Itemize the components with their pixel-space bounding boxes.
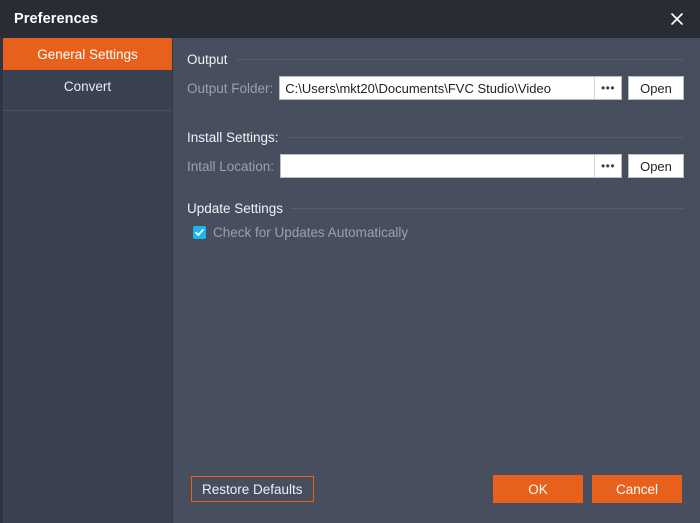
check-updates-label: Check for Updates Automatically <box>213 225 409 240</box>
output-folder-open-button[interactable]: Open <box>628 76 684 100</box>
dialog-footer: Restore Defaults OK Cancel <box>187 475 684 523</box>
page-title: Preferences <box>14 11 99 27</box>
install-location-browse-button[interactable]: ••• <box>594 155 621 177</box>
restore-defaults-button[interactable]: Restore Defaults <box>191 476 314 502</box>
output-folder-input-wrapper[interactable]: C:\Users\mkt20\Documents\FVC Studio\Vide… <box>279 76 622 100</box>
sidebar-item-general-settings[interactable]: General Settings <box>3 38 172 70</box>
section-header-output: Output <box>187 52 684 67</box>
section-rule <box>235 59 684 60</box>
section-header-update-settings: Update Settings <box>187 201 684 216</box>
sidebar-item-convert[interactable]: Convert <box>3 70 172 102</box>
check-updates-checkbox[interactable] <box>193 226 206 239</box>
spacer-after-install <box>187 182 684 201</box>
section-title: Install Settings: <box>187 130 279 145</box>
close-icon <box>670 12 684 26</box>
sidebar-item-label: General Settings <box>37 46 138 62</box>
sidebar-divider <box>3 110 172 111</box>
settings-content: Output Output Folder: C:\Users\mkt20\Doc… <box>173 38 700 523</box>
preferences-dialog: Preferences General Settings Convert Out… <box>0 0 700 523</box>
dialog-body: General Settings Convert Output Output F… <box>0 38 700 523</box>
cancel-button[interactable]: Cancel <box>592 475 682 503</box>
title-bar: Preferences <box>0 0 700 38</box>
section-rule <box>286 137 684 138</box>
install-location-label: Intall Location: <box>187 158 275 174</box>
check-updates-row[interactable]: Check for Updates Automatically <box>187 225 684 240</box>
checkmark-icon <box>194 227 205 238</box>
section-header-install-settings: Install Settings: <box>187 130 684 145</box>
section-rule <box>291 208 684 209</box>
sidebar: General Settings Convert <box>0 38 173 523</box>
section-title: Update Settings <box>187 201 284 216</box>
output-folder-input[interactable]: C:\Users\mkt20\Documents\FVC Studio\Vide… <box>280 77 594 99</box>
install-location-row: Intall Location: ••• Open <box>187 154 684 178</box>
spacer-after-output <box>187 104 684 130</box>
output-folder-label: Output Folder: <box>187 80 274 96</box>
install-location-input[interactable] <box>281 155 594 177</box>
close-button[interactable] <box>654 0 700 38</box>
install-location-open-button[interactable]: Open <box>628 154 684 178</box>
ok-button[interactable]: OK <box>493 475 583 503</box>
sidebar-item-label: Convert <box>63 78 112 94</box>
install-location-input-wrapper[interactable]: ••• <box>280 154 622 178</box>
output-folder-row: Output Folder: C:\Users\mkt20\Documents\… <box>187 76 684 100</box>
section-title: Output <box>187 52 228 67</box>
output-folder-browse-button[interactable]: ••• <box>594 77 621 99</box>
